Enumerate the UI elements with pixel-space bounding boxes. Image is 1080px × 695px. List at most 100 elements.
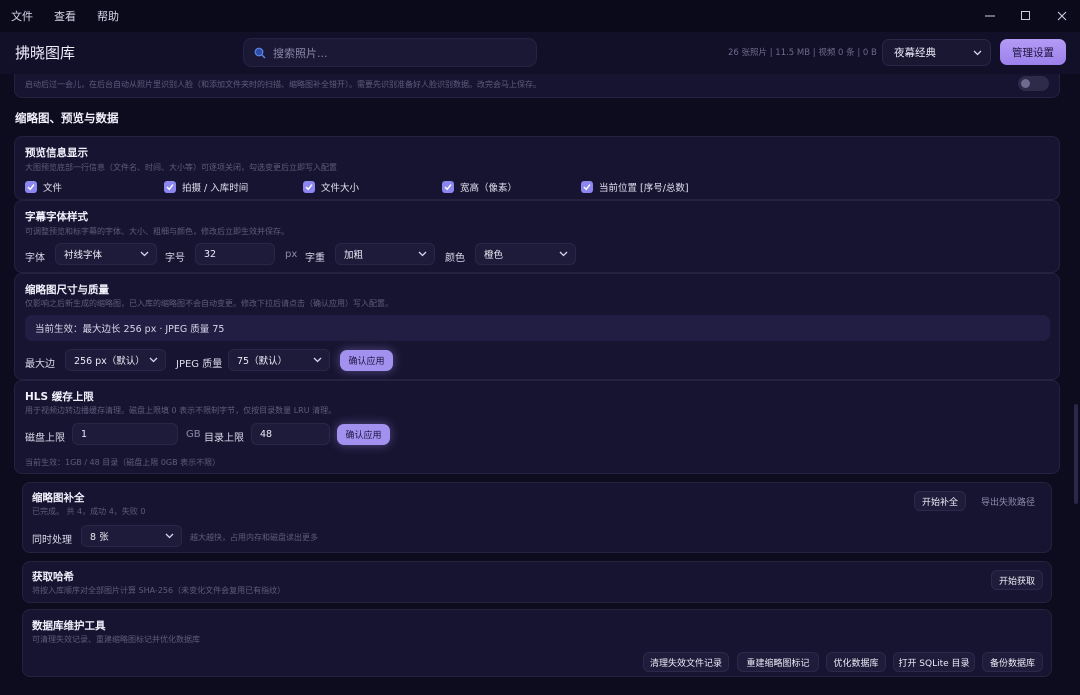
apply-thumbnail-button[interactable]: 确认应用: [340, 350, 393, 371]
disk-limit-input[interactable]: 1: [72, 423, 178, 445]
weight-label: 字重: [305, 253, 325, 264]
dir-limit-value: 48: [260, 428, 273, 440]
disk-limit-unit: GB: [186, 429, 201, 440]
chevron-down-icon: [972, 48, 982, 58]
concurrency-select[interactable]: 8 张: [81, 525, 182, 547]
toggle-knob: [1021, 79, 1030, 88]
checkbox-checked-icon: [25, 181, 37, 193]
settings-content: 启动后过一会儿，在后台自动从照片里识别人脸（和添加文件夹时的扫描、缩略图补全错开…: [0, 74, 1080, 695]
checkbox-size[interactable]: 文件大小: [303, 180, 359, 194]
weight-select[interactable]: 加粗: [335, 243, 435, 265]
disk-limit-label: 磁盘上限: [25, 433, 65, 444]
concurrency-hint: 越大越快，占用内存和磁盘读出更多: [190, 533, 318, 542]
hls-current-setting: 当前生效：1GB / 48 目录（磁盘上限 0GB 表示不限）: [25, 458, 221, 467]
size-input-value: 32: [204, 248, 217, 260]
library-stats: 26 张照片 | 11.5 MB | 视频 0 条 | 0 B: [728, 48, 877, 58]
subtitle-font-card: 字幕字体样式 可调整预览和标字幕的字体、大小、粗细与颜色，修改后立即生效并保存。…: [14, 200, 1060, 273]
search-input[interactable]: 搜索照片...: [273, 45, 328, 61]
clean-records-button[interactable]: 清理失效文件记录: [643, 652, 729, 672]
checkbox-checked-icon: [581, 181, 593, 193]
card-title: HLS 缓存上限: [25, 391, 94, 403]
apply-hls-button[interactable]: 确认应用: [337, 424, 390, 445]
menu-view[interactable]: 查看: [54, 8, 76, 24]
card-title: 字幕字体样式: [25, 211, 88, 223]
maximize-icon[interactable]: [1008, 0, 1044, 32]
face-recognition-toggle[interactable]: [1018, 76, 1049, 91]
checkbox-label: 当前位置 [序号/总数]: [599, 183, 689, 194]
vertical-scrollbar[interactable]: [1074, 404, 1078, 504]
size-label: 字号: [165, 253, 185, 264]
preview-info-card: 预览信息显示 大图预览底部一行信息（文件名、时间、大小等）可逐项关闭，勾选变更后…: [14, 136, 1060, 200]
rebuild-thumbnail-flags-button[interactable]: 重建缩略图标记: [737, 652, 819, 672]
chevron-down-icon: [417, 249, 427, 259]
concurrency-label: 同时处理: [32, 535, 72, 546]
checkbox-checked-icon: [442, 181, 454, 193]
jpeg-quality-select[interactable]: 75（默认）: [228, 349, 330, 371]
font-label: 字体: [25, 253, 45, 264]
max-edge-value: 256 px（默认）: [74, 356, 145, 367]
chevron-down-icon: [558, 249, 568, 259]
max-edge-label: 最大边: [25, 359, 55, 370]
font-select[interactable]: 衬线字体: [55, 243, 157, 265]
checkbox-position[interactable]: 当前位置 [序号/总数]: [581, 180, 689, 194]
color-label: 颜色: [445, 253, 465, 264]
checkbox-label: 宽高（像素）: [460, 183, 518, 194]
theme-select[interactable]: 夜幕经典: [882, 39, 991, 66]
card-title: 缩略图尺寸与质量: [25, 284, 109, 296]
backup-db-button[interactable]: 备份数据库: [982, 652, 1043, 672]
card-description: 仅影响之后新生成的缩略图，已入库的缩略图不会自动变更。修改下拉后请点击（确认应用…: [25, 299, 393, 308]
export-failed-button[interactable]: 导出失败路径: [973, 491, 1043, 511]
card-title: 数据库维护工具: [32, 620, 106, 632]
app-title: 拂晓图库: [15, 44, 76, 62]
close-icon[interactable]: [1044, 0, 1080, 32]
thumbnail-size-card: 缩略图尺寸与质量 仅影响之后新生成的缩略图，已入库的缩略图不会自动变更。修改下拉…: [14, 273, 1060, 380]
start-hash-button[interactable]: 开始获取: [991, 570, 1043, 590]
dir-limit-input[interactable]: 48: [251, 423, 330, 445]
size-input[interactable]: 32: [195, 243, 275, 265]
color-select[interactable]: 橙色: [475, 243, 576, 265]
start-fill-button[interactable]: 开始补全: [914, 491, 966, 511]
chevron-down-icon: [148, 355, 158, 365]
hash-card: 获取哈希 将按入库顺序对全部图片计算 SHA-256（未变化文件会复用已有指纹）…: [22, 561, 1052, 603]
max-edge-select[interactable]: 256 px（默认）: [65, 349, 166, 371]
card-description: 大图预览底部一行信息（文件名、时间、大小等）可逐项关闭，勾选变更后立即写入配置: [25, 163, 337, 172]
optimize-db-button[interactable]: 优化数据库: [826, 652, 886, 672]
card-title: 预览信息显示: [25, 147, 88, 159]
dir-limit-label: 目录上限: [204, 433, 244, 444]
checkbox-label: 拍摄 / 入库时间: [182, 183, 249, 194]
card-title: 缩略图补全: [32, 492, 85, 504]
checkbox-file[interactable]: 文件: [25, 180, 62, 194]
checkbox-checked-icon: [164, 181, 176, 193]
thumbnail-fill-card: 缩略图补全 已完成。 共 4，成功 4，失败 0 开始补全 导出失败路径 同时处…: [22, 482, 1052, 553]
card-description: 用于视频边转边播缓存清理。磁盘上限填 0 表示不限制字节，仅按目录数量 LRU …: [25, 406, 337, 415]
menu-file[interactable]: 文件: [11, 8, 33, 24]
menu-bar: 文件 查看 帮助: [0, 0, 1080, 32]
section-title: 缩略图、预览与数据: [15, 111, 119, 125]
card-description: 可清理失效记录、重建缩略图标记并优化数据库: [32, 635, 200, 644]
current-thumbnail-setting: 当前生效：最大边长 256 px · JPEG 质量 75: [25, 315, 1050, 341]
checkbox-checked-icon: [303, 181, 315, 193]
app-header: 拂晓图库 搜索照片... 26 张照片 | 11.5 MB | 视频 0 条 |…: [0, 32, 1080, 74]
hls-cache-card: HLS 缓存上限 用于视频边转边播缓存清理。磁盘上限填 0 表示不限制字节，仅按…: [14, 380, 1060, 474]
jpeg-quality-label: JPEG 质量: [176, 359, 223, 370]
weight-select-value: 加粗: [344, 250, 364, 261]
chevron-down-icon: [164, 531, 174, 541]
checkbox-dimensions[interactable]: 宽高（像素）: [442, 180, 517, 194]
face-recognition-card: 启动后过一会儿，在后台自动从照片里识别人脸（和添加文件夹时的扫描、缩略图补全错开…: [14, 74, 1060, 98]
theme-select-value: 夜幕经典: [894, 47, 936, 59]
open-sqlite-dir-button[interactable]: 打开 SQLite 目录: [893, 652, 975, 672]
font-select-value: 衬线字体: [64, 250, 103, 261]
window-controls: [972, 0, 1080, 32]
search-box[interactable]: 搜索照片...: [243, 38, 537, 67]
menu-help[interactable]: 帮助: [97, 8, 119, 24]
db-tools-card: 数据库维护工具 可清理失效记录、重建缩略图标记并优化数据库 清理失效文件记录 重…: [22, 609, 1052, 677]
checkbox-time[interactable]: 拍摄 / 入库时间: [164, 180, 248, 194]
disk-limit-value: 1: [81, 428, 88, 440]
color-select-value: 橙色: [484, 250, 504, 261]
card-description: 可调整预览和标字幕的字体、大小、粗细与颜色，修改后立即生效并保存。: [25, 227, 289, 236]
checkbox-label: 文件: [43, 183, 63, 194]
minimize-icon[interactable]: [972, 0, 1008, 32]
jpeg-quality-value: 75（默认）: [237, 356, 288, 367]
manage-settings-button[interactable]: 管理设置: [1000, 39, 1066, 65]
card-description: 启动后过一会儿，在后台自动从照片里识别人脸（和添加文件夹时的扫描、缩略图补全错开…: [25, 80, 541, 89]
